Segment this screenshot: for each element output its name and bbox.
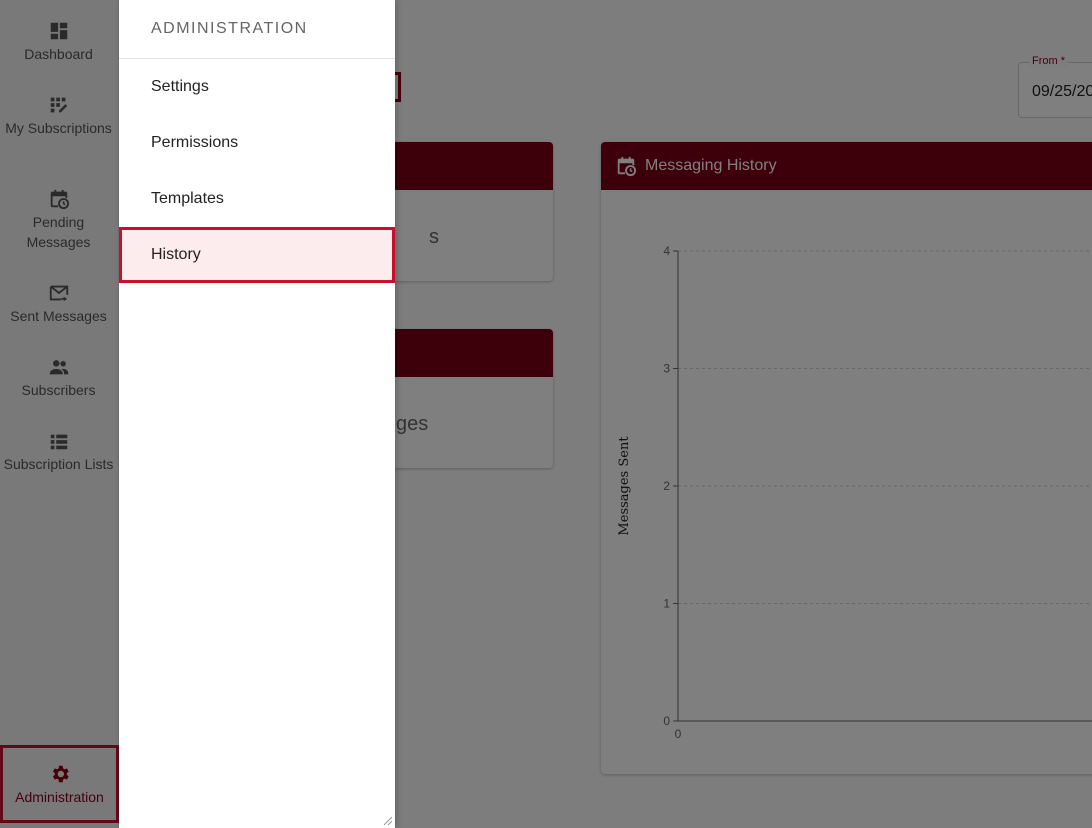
drawer-title: ADMINISTRATION [119, 0, 395, 59]
drawer-item-permissions[interactable]: Permissions [119, 115, 395, 171]
drawer-item-settings[interactable]: Settings [119, 59, 395, 115]
drawer-item-templates[interactable]: Templates [119, 171, 395, 227]
administration-drawer: ADMINISTRATION Settings Permissions Temp… [119, 0, 395, 828]
drawer-item-history[interactable]: History [119, 227, 395, 283]
resize-grip-icon[interactable] [383, 816, 393, 826]
